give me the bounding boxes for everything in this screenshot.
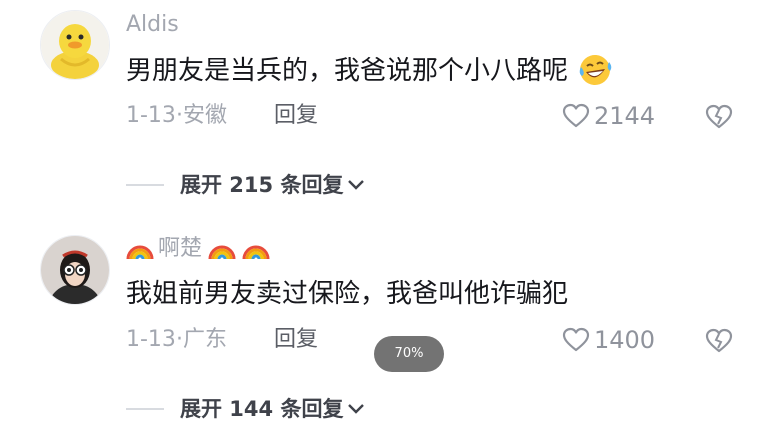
avatar-duck-icon [41, 11, 109, 79]
zoom-indicator: 70% [374, 336, 444, 372]
reply-button[interactable]: 回复 [274, 102, 318, 130]
rainbow-icon [242, 245, 270, 260]
heart-outline-icon [562, 327, 590, 352]
comment-meta: 1-13·安徽 [126, 102, 227, 130]
comment-location: 安徽 [182, 103, 227, 128]
chevron-down-icon [348, 180, 365, 190]
comment-username: 啊楚 [158, 236, 203, 261]
comment-username-row[interactable]: 啊楚 [126, 236, 270, 262]
comment-text: 男朋友是当兵的，我爸说那个小八路呢 [126, 53, 612, 88]
like-count: 2144 [594, 102, 656, 130]
comment-meta: 1-13·广东 [126, 326, 227, 354]
avatar[interactable] [40, 10, 110, 80]
comment-body: 我姐前男友卖过保险，我爸叫他诈骗犯 [126, 279, 569, 309]
expand-replies-label: 展开 144 条回复 [180, 397, 344, 421]
divider-line [126, 184, 164, 186]
comment-date: 1-13 [126, 103, 176, 128]
chevron-down-icon [348, 404, 365, 414]
like-count: 1400 [594, 326, 656, 354]
comment-username[interactable]: Aldis [126, 12, 179, 38]
comment-location: 广东 [182, 327, 227, 352]
dislike-button[interactable] [705, 328, 733, 358]
broken-heart-icon [705, 328, 733, 353]
reply-button[interactable]: 回复 [274, 326, 318, 354]
meta-separator: · [175, 327, 183, 352]
broken-heart-icon [705, 104, 733, 129]
meta-separator: · [175, 103, 183, 128]
divider-line [126, 408, 164, 410]
dislike-button[interactable] [705, 104, 733, 134]
comment-date: 1-13 [126, 327, 176, 352]
comment-body: 男朋友是当兵的，我爸说那个小八路呢 [126, 56, 569, 86]
laughing-tears-icon [579, 55, 612, 85]
avatar[interactable] [40, 235, 110, 305]
expand-replies-button[interactable]: 展开 144 条回复 [180, 395, 365, 423]
expand-replies-label: 展开 215 条回复 [180, 173, 344, 197]
rainbow-icon [208, 245, 236, 260]
heart-outline-icon [562, 103, 590, 128]
expand-replies-button[interactable]: 展开 215 条回复 [180, 171, 365, 199]
like-button[interactable]: 1400 [562, 324, 655, 356]
rainbow-icon [126, 245, 154, 260]
like-button[interactable]: 2144 [562, 100, 655, 132]
avatar-photo-icon [41, 236, 109, 304]
